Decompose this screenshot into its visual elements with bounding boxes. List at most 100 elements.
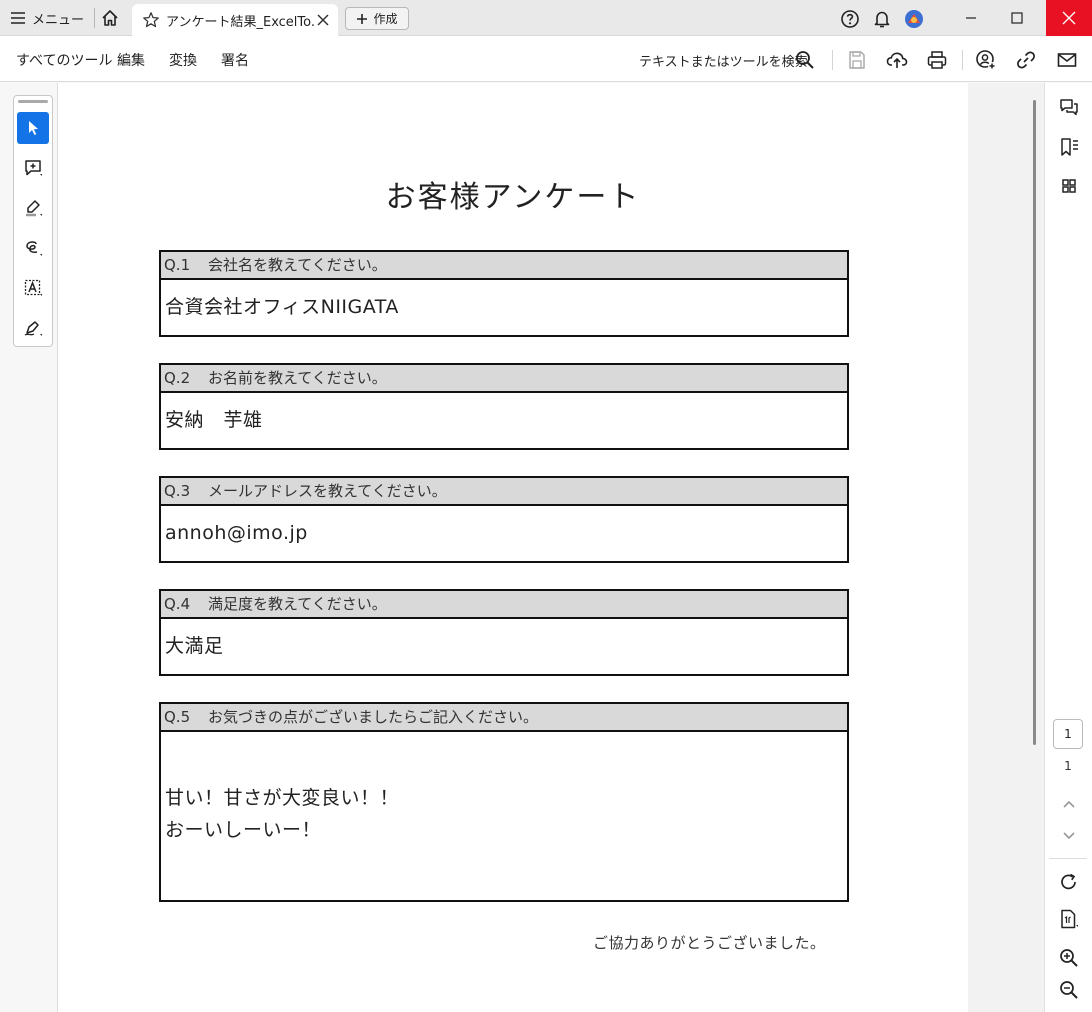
highlighter-icon [26, 200, 42, 217]
menu-button[interactable]: メニュー [10, 6, 84, 30]
thanks-message: ご協力ありがとうございました。 [593, 934, 826, 952]
answer-line: 大満足 [165, 635, 224, 657]
menu-all-tools[interactable]: すべてのツール [16, 50, 112, 70]
text-box-tool-button[interactable] [17, 272, 49, 304]
bell-icon[interactable] [872, 9, 892, 29]
close-tab-icon[interactable] [314, 11, 332, 29]
rotate-icon[interactable] [1058, 871, 1080, 893]
print-icon[interactable] [926, 49, 948, 71]
answer-text: 安納 芋雄 [161, 393, 847, 436]
highlight-tool-button[interactable] [17, 192, 49, 224]
answer-text: 合資会社オフィスNIIGATA [161, 280, 847, 323]
home-button[interactable] [100, 8, 122, 28]
quick-tools-panel [13, 95, 53, 347]
question-text: お名前を教えてください。 [208, 369, 387, 387]
question-1: Q.1 会社名を教えてください。 合資会社オフィスNIIGATA [159, 250, 849, 337]
add-comment-icon [25, 160, 42, 176]
document-title: お客様アンケート [385, 180, 641, 215]
search-icon[interactable] [794, 49, 816, 71]
divider [832, 50, 833, 70]
draw-tool-button[interactable] [17, 232, 49, 264]
minimize-icon [966, 17, 976, 19]
question-header: Q.1 会社名を教えてください。 [161, 252, 847, 280]
freehand-icon [26, 241, 42, 256]
question-5: Q.5 お気づきの点がございましたらご記入ください。 甘い！甘さが大変良い！！ お… [159, 702, 849, 902]
answer-line: おーいしーいー！ [165, 819, 322, 841]
question-header: Q.2 お名前を教えてください。 [161, 365, 847, 393]
answer-line: 安納 芋雄 [165, 409, 263, 431]
menu-convert[interactable]: 変換 [169, 50, 197, 70]
question-2: Q.2 お名前を教えてください。 安納 芋雄 [159, 363, 849, 450]
chevron-up-icon[interactable] [1058, 793, 1080, 815]
question-number: Q.1 [164, 256, 191, 274]
thumbnails-panel-icon[interactable] [1058, 175, 1080, 197]
tab-title: アンケート結果_ExcelTo... [166, 14, 314, 30]
share-user-icon[interactable] [975, 49, 997, 71]
home-icon [102, 10, 118, 26]
vertical-scrollbar[interactable] [1033, 100, 1036, 745]
hamburger-icon [11, 12, 25, 24]
minimize-button[interactable] [948, 0, 994, 36]
total-pages: 1 [1064, 759, 1072, 773]
menu-sign[interactable]: 署名 [221, 50, 249, 70]
answer-line: annoh@imo.jp [165, 522, 308, 544]
drag-handle[interactable] [18, 100, 48, 103]
question-text: 会社名を教えてください。 [208, 256, 387, 274]
answer-line: 甘い！甘さが大変良い！！ [165, 787, 400, 809]
chevron-down-icon[interactable] [1058, 824, 1080, 846]
menu-edit[interactable]: 編集 [117, 50, 145, 70]
divider [94, 8, 95, 28]
sign-tool-button[interactable] [17, 312, 49, 344]
link-icon[interactable] [1015, 49, 1037, 71]
mail-icon[interactable] [1056, 49, 1078, 71]
help-icon[interactable] [840, 9, 860, 29]
pen-sign-icon [24, 321, 42, 336]
main-toolbar: すべてのツール 編集 変換 署名 テキストまたはツールを検索 [0, 36, 1092, 82]
answer-text: 甘い！甘さが大変良い！！ おーいしーいー！ [161, 732, 847, 846]
bookmarks-panel-icon[interactable] [1058, 136, 1080, 158]
divider [1049, 858, 1087, 859]
menu-label: メニュー [32, 12, 85, 28]
close-icon [1062, 11, 1076, 25]
comment-tool-button[interactable] [17, 152, 49, 184]
star-icon[interactable] [142, 11, 160, 29]
create-button[interactable]: 作成 [345, 7, 409, 30]
question-4: Q.4 満足度を教えてください。 大満足 [159, 589, 849, 676]
question-number: Q.3 [164, 482, 191, 500]
question-text: メールアドレスを教えてください。 [208, 482, 447, 500]
title-bar: メニュー アンケート結果_ExcelTo... 作成 [0, 0, 1092, 36]
create-label: 作成 [373, 12, 398, 26]
current-page-input[interactable]: 1 [1053, 719, 1083, 749]
avatar[interactable] [904, 9, 924, 29]
question-3: Q.3 メールアドレスを教えてください。 annoh@imo.jp [159, 476, 849, 563]
close-window-button[interactable] [1046, 0, 1092, 36]
divider [962, 50, 963, 70]
cursor-arrow-icon [29, 121, 38, 135]
page-fit-icon[interactable] [1058, 908, 1080, 930]
answer-text: annoh@imo.jp [161, 506, 847, 549]
maximize-icon [1011, 12, 1023, 24]
question-header: Q.4 満足度を教えてください。 [161, 591, 847, 619]
plus-icon [357, 13, 368, 24]
question-number: Q.5 [164, 708, 191, 726]
question-text: 満足度を教えてください。 [208, 595, 387, 613]
select-tool-button[interactable] [17, 112, 49, 144]
document-tab[interactable]: アンケート結果_ExcelTo... [132, 4, 338, 36]
question-number: Q.2 [164, 369, 191, 387]
zoom-in-icon[interactable] [1058, 947, 1080, 969]
question-text: お気づきの点がございましたらご記入ください。 [208, 708, 539, 726]
question-header: Q.5 お気づきの点がございましたらご記入ください。 [161, 704, 847, 732]
answer-text: 大満足 [161, 619, 847, 662]
save-icon[interactable] [846, 49, 868, 71]
tool-search-label[interactable]: テキストまたはツールを検索 [639, 51, 808, 70]
zoom-out-icon[interactable] [1058, 979, 1080, 1001]
cloud-upload-icon[interactable] [886, 49, 908, 71]
maximize-button[interactable] [994, 0, 1040, 36]
left-tool-rail [0, 83, 58, 1012]
right-panel-rail: 1 1 [1044, 83, 1092, 1012]
text-box-icon [24, 279, 42, 296]
question-header: Q.3 メールアドレスを教えてください。 [161, 478, 847, 506]
comments-panel-icon[interactable] [1058, 97, 1080, 119]
answer-line: 合資会社オフィスNIIGATA [165, 296, 399, 318]
question-number: Q.4 [164, 595, 191, 613]
